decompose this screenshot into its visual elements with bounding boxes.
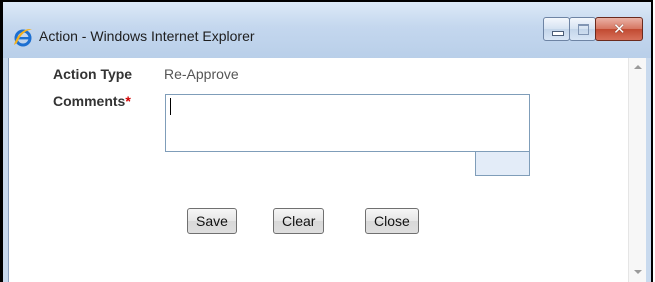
window-title: Action - Windows Internet Explorer [39,28,255,44]
close-window-button[interactable]: ✕ [595,17,643,41]
textarea-resize-handle[interactable] [475,152,530,176]
comments-label-text: Comments [53,93,126,109]
action-type-label: Action Type [53,66,133,82]
maximize-button[interactable] [569,17,596,41]
comments-label: Comments* [53,93,131,109]
vertical-scrollbar[interactable] [628,58,646,282]
dialog-content: Action Type Re-Approve Comments* Save Cl… [8,58,646,282]
maximize-icon [578,24,589,35]
scroll-down-icon[interactable] [634,270,642,274]
clear-button[interactable]: Clear [273,208,325,234]
window-controls: ✕ [543,17,643,45]
minimize-button[interactable] [543,17,570,41]
action-type-value: Re-Approve [164,66,239,82]
close-button[interactable]: Close [365,208,419,234]
save-button[interactable]: Save [187,208,237,234]
required-marker: * [125,93,131,109]
title-bar[interactable]: Action - Windows Internet Explorer ✕ [3,2,651,58]
text-caret [170,98,171,115]
scroll-up-icon[interactable] [634,65,642,69]
comments-textarea[interactable] [165,94,530,152]
close-icon: ✕ [613,20,626,38]
ie-icon [14,29,32,47]
ie-window: Action - Windows Internet Explorer ✕ Act… [0,0,653,282]
minimize-icon [552,31,564,36]
